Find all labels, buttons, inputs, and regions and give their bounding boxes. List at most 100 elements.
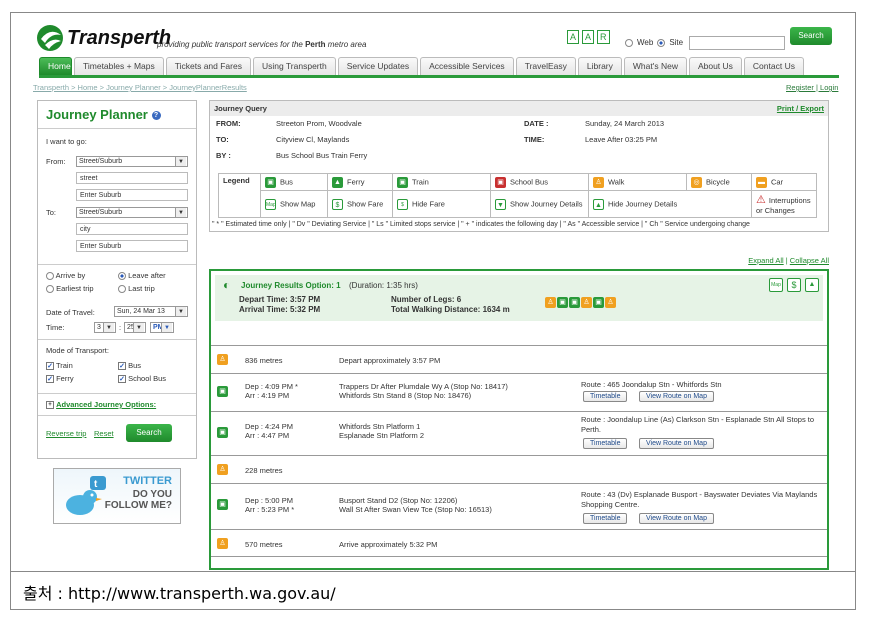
legend-interrupt: ⚠ Interruptions or Changes [751,190,817,218]
reset-text-button[interactable]: R [597,30,610,44]
tab-timetables-maps[interactable]: Timetables + Maps [74,57,164,75]
to-type-select[interactable]: Street/Suburb [76,207,188,218]
ampm-select[interactable]: PM [150,322,174,333]
from-key: FROM: [216,119,241,128]
planner-search-button[interactable]: Search [126,424,172,443]
legend-bus-label: Bus [280,176,293,186]
from-street-input[interactable]: street [76,172,188,184]
legend-train: ▣ Train [392,173,491,191]
to-city-input[interactable]: city [76,223,188,235]
walk2-distance: 228 metres [245,466,283,475]
date-key: DATE : [524,119,549,128]
tab-library[interactable]: Library [577,57,622,75]
tab-tickets-fares[interactable]: Tickets and Fares [165,57,251,75]
train1-view-route-button[interactable]: View Route on Map [639,438,714,449]
bus2-view-route-button[interactable]: View Route on Map [639,513,714,524]
reverse-trip-link[interactable]: Reverse trip [46,429,86,438]
time-label: Time: [46,323,65,332]
legend-train-label: Train [412,176,429,186]
print-export-link[interactable]: Print / Export [777,104,824,113]
legend-show-details: ▼ Show Journey Details [490,190,589,218]
time-colon: : [119,323,122,332]
train-checkbox[interactable]: ✓ [46,362,54,371]
bus1-to: Whitfords Stn Stand 8 (Stop No: 18476) [339,391,472,400]
tab-service-updates[interactable]: Service Updates [337,57,419,75]
legend-label: Legend [218,173,261,218]
result-collapse-icon[interactable]: ▲ [805,278,819,292]
leave-after-radio[interactable] [118,272,126,281]
bus-checkbox[interactable]: ✓ [118,362,126,371]
segment-walk-3: ♙ 570 metres Arrive approximately 5:32 P… [211,529,827,557]
tagline: providing public transport services for … [157,40,366,49]
bus1-view-route-button[interactable]: View Route on Map [639,391,714,402]
train1-timetable-button[interactable]: Timetable [583,438,628,449]
ferry-checkbox[interactable]: ✓ [46,375,54,384]
warning-icon: ⚠ [756,194,766,206]
expand-collapse-links: Expand All | Collapse All [748,256,829,265]
result-duration: (Duration: 1:35 hrs) [349,281,418,290]
from-suburb-input[interactable]: Enter Suburb [76,189,188,201]
last-trip-radio[interactable] [118,285,126,294]
advanced-options-link[interactable]: Advanced Journey Options: [56,400,156,409]
walk3-distance: 570 metres [245,540,283,549]
from-type-select[interactable]: Street/Suburb [76,156,188,167]
web-radio[interactable] [625,38,633,47]
result-title: Journey Results Option: 1 [241,281,341,290]
map-icon: Map [265,198,276,210]
last-trip-label: Last trip [128,284,155,293]
date-value: Sunday, 24 March 2013 [585,119,665,128]
train-icon: ▣ [217,427,228,438]
segment-walk-1: ♙ 836 metres Depart approximately 3:57 P… [211,345,827,373]
minute-select[interactable]: 25 [124,322,146,333]
text-size-small-button[interactable]: A [582,30,595,44]
tab-home[interactable]: Home [39,57,72,75]
legend-walk: ♙ Walk [588,173,687,191]
walk-icon: ♙ [217,538,228,549]
twitter-banner[interactable]: t TWITTER DO YOU FOLLOW ME? [53,468,181,524]
date-select[interactable]: Sun, 24 Mar 13 [114,306,188,317]
tab-accessible-services[interactable]: Accessible Services [420,57,514,75]
tab-using-transperth[interactable]: Using Transperth [252,57,336,75]
hour-select[interactable]: 3 [94,322,116,333]
results-panel: Journey Query Print / Export FROM: Streeto… [209,100,829,570]
twitter-line2: FOLLOW ME? [104,500,172,511]
leg1-walk-icon: ♙ [545,297,556,308]
text-size-large-button[interactable]: A [567,30,580,44]
bus1-dep: Dep : 4:09 PM * [245,382,298,391]
site-label: Site [669,38,684,47]
result-map-icon[interactable]: Map [769,278,783,292]
tab-contact-us[interactable]: Contact Us [743,57,804,75]
bus-label: Bus [128,361,142,370]
journey-query-box: Journey Query Print / Export FROM: Streeto… [209,100,829,232]
to-suburb-input[interactable]: Enter Suburb [76,240,188,252]
site-search-input[interactable] [689,36,785,50]
reset-link[interactable]: Reset [94,429,114,438]
from-label: From: [46,157,66,166]
journey-query-header: Journey Query Print / Export [210,101,828,116]
site-search-button[interactable]: Search [790,27,832,45]
tab-whats-new[interactable]: What's New [623,57,687,75]
advanced-expand-icon[interactable]: + [46,401,54,410]
collapse-all-link[interactable]: Collapse All [790,256,829,265]
leave-after-label: Leave after [128,271,166,280]
legend-note: " * " Estimated time only | " Dv " Devia… [212,221,750,228]
arrive-by-radio[interactable] [46,272,54,281]
bus1-timetable-button[interactable]: Timetable [583,391,628,402]
transperth-logo[interactable]: Transperth [35,23,171,53]
collapse-arrow-icon: ▲ [593,198,604,210]
school-bus-checkbox[interactable]: ✓ [118,375,126,384]
school-bus-label: School Bus [128,374,167,383]
register-login-link[interactable]: Register | Login [786,83,838,92]
breadcrumb[interactable]: Transperth > Home > Journey Planner > Jo… [33,83,247,92]
segment-walk-2: ♙ 228 metres [211,455,827,483]
tab-traveleasy[interactable]: TravelEasy [515,57,576,75]
site-radio[interactable] [657,38,666,47]
earliest-trip-radio[interactable] [46,285,54,294]
expand-all-link[interactable]: Expand All [748,256,783,265]
train-icon: ▣ [397,176,408,188]
help-icon[interactable]: ? [151,111,161,121]
bus2-timetable-button[interactable]: Timetable [583,513,628,524]
legend-hide-details-label: Hide Journey Details [608,198,678,208]
result-fare-icon[interactable]: $ [787,278,801,292]
tab-about-us[interactable]: About Us [688,57,742,75]
